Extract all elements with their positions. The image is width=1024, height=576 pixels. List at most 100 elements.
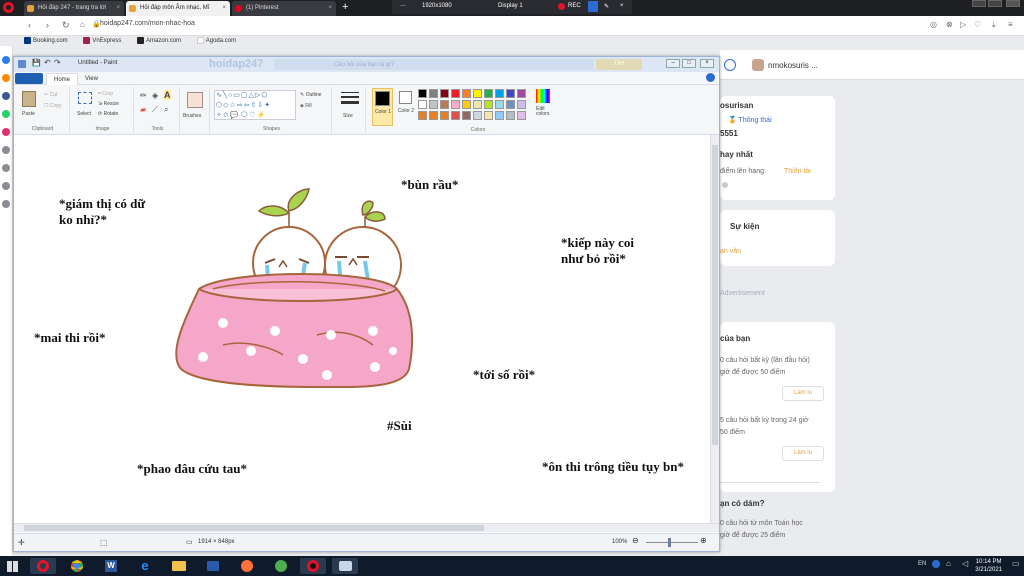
bookmark-agoda[interactable]: Agoda.com — [196, 37, 236, 44]
brushes-button[interactable]: Brushes — [183, 113, 201, 119]
new-tab-button[interactable]: + — [342, 1, 348, 13]
taskbar-word[interactable]: W — [98, 558, 124, 574]
rotate-button[interactable]: ⟳ Rotate — [98, 111, 118, 117]
bookmark-vnexpress[interactable]: VnExpress — [83, 37, 121, 44]
sidebar-app-icon[interactable] — [2, 164, 10, 172]
magnifier-icon[interactable]: ⌕ — [164, 105, 168, 115]
zoom-slider[interactable] — [646, 542, 698, 543]
taskbar-opera[interactable] — [30, 558, 56, 574]
sidebar-app-icon[interactable] — [2, 56, 10, 64]
send-icon[interactable]: ▷ — [960, 20, 966, 29]
outline-dropdown[interactable]: ✎ Outline — [300, 92, 321, 98]
zoom-in-icon[interactable]: ⊕ — [700, 536, 707, 545]
palette-custom-swatch[interactable] — [473, 111, 482, 120]
notification-icon[interactable]: ▭ — [1012, 559, 1020, 568]
minus-icon[interactable]: — — [400, 3, 406, 9]
paint-minimize-button[interactable]: – — [666, 59, 680, 68]
edit-colors-button[interactable]: Edit colors — [536, 107, 554, 117]
bookmark-booking[interactable]: Booking.com — [24, 37, 68, 44]
close-tab-icon[interactable]: × — [222, 1, 226, 16]
palette-color-swatch[interactable] — [517, 89, 526, 98]
palette-custom-swatch[interactable] — [440, 111, 449, 120]
download-icon[interactable]: ⤓ — [992, 20, 996, 30]
browser-tab-1[interactable]: Hỏi đáp 247 - trang tra lời × — [24, 1, 124, 16]
profile-name[interactable]: osurisan — [720, 101, 753, 110]
palette-custom-swatch[interactable] — [429, 111, 438, 120]
pencil-icon[interactable]: ✏ — [140, 91, 147, 100]
palette-color-swatch[interactable] — [506, 100, 515, 109]
vertical-scrollbar[interactable] — [710, 135, 719, 523]
back-icon[interactable]: ‹ — [28, 20, 31, 30]
do-task-button[interactable]: Làm lu — [782, 386, 824, 401]
language-indicator[interactable]: EN — [918, 561, 926, 567]
network-icon[interactable]: ⌂ — [946, 559, 951, 568]
palette-color-swatch[interactable] — [495, 89, 504, 98]
taskbar-chrome[interactable] — [64, 558, 90, 574]
palette-custom-swatch[interactable] — [451, 111, 460, 120]
undo-icon[interactable]: ↶ — [44, 58, 51, 67]
palette-color-swatch[interactable] — [484, 100, 493, 109]
bell-icon[interactable] — [724, 59, 736, 71]
username[interactable]: nmokosuris ... — [768, 61, 818, 70]
browser-tab-2[interactable]: Hỏi đáp môn Âm nhạc, Mĩ × — [126, 1, 230, 16]
volume-icon[interactable]: ◁ — [962, 559, 968, 568]
do-task-button[interactable]: Làm lu — [782, 446, 824, 461]
paste-icon[interactable] — [22, 91, 36, 107]
select-icon[interactable] — [78, 92, 92, 104]
browser-tab-3[interactable]: (1) Pinterest × — [232, 1, 336, 16]
shield-icon[interactable]: ⊗ — [946, 20, 953, 29]
palette-custom-swatch[interactable] — [418, 111, 427, 120]
taskbar-ie[interactable]: e — [132, 558, 158, 574]
sidebar-app-icon[interactable] — [2, 74, 10, 82]
cut-button[interactable]: ✂ Cut — [44, 92, 57, 98]
screen-icon[interactable] — [588, 1, 598, 12]
help-icon[interactable] — [706, 73, 715, 82]
sidebar-app-icon[interactable] — [2, 92, 10, 100]
eraser-icon[interactable]: ▰ — [140, 105, 146, 114]
palette-custom-swatch[interactable] — [462, 111, 471, 120]
taskbar-recorder[interactable] — [300, 558, 326, 574]
drawing-canvas[interactable]: *giám thị có dữ ko nhỉ?* *bùn rầu* *kiếp… — [17, 139, 705, 517]
palette-color-swatch[interactable] — [429, 100, 438, 109]
paste-button[interactable]: Paste — [22, 111, 35, 117]
taskbar-firefox[interactable] — [234, 558, 260, 574]
palette-color-swatch[interactable] — [473, 89, 482, 98]
url-field[interactable]: hoidap247.com/mon-nhac-hoa — [100, 20, 195, 27]
close-window-button[interactable] — [1006, 0, 1020, 7]
shapes-gallery[interactable]: ∿╲○▭▢△▷⬠ ⬡◇☆⇨⇦⇧⇩✦ ✧✩💬🗨♡⚡ — [214, 90, 296, 120]
vertical-scroll-thumb[interactable] — [712, 145, 718, 445]
zoom-out-icon[interactable]: ⊖ — [632, 536, 639, 545]
start-button[interactable] — [2, 558, 24, 574]
recorder-display[interactable]: Display 1 — [498, 3, 523, 9]
close-tab-icon[interactable]: × — [116, 1, 120, 16]
palette-custom-swatch[interactable] — [517, 111, 526, 120]
avatar[interactable] — [752, 59, 764, 71]
palette-color-swatch[interactable] — [495, 100, 504, 109]
resize-button[interactable]: ⇲ Resize — [98, 101, 119, 107]
palette-color-swatch[interactable] — [440, 89, 449, 98]
palette-color-swatch[interactable] — [451, 89, 460, 98]
system-clock[interactable]: 10:14 PM 3/21/2021 — [975, 558, 1002, 574]
help-tray-icon[interactable] — [932, 560, 940, 568]
zoom-slider-thumb[interactable] — [668, 538, 671, 547]
color2-button[interactable]: Color 2 — [396, 88, 417, 126]
taskbar-explorer[interactable] — [166, 558, 192, 574]
minimize-button[interactable] — [972, 0, 986, 7]
palette-color-swatch[interactable] — [517, 100, 526, 109]
camera-icon[interactable]: ◎ — [930, 20, 937, 29]
tab-home[interactable]: Home — [46, 73, 79, 85]
menu-icon[interactable]: ≡ — [1008, 20, 1013, 29]
palette-color-swatch[interactable] — [462, 89, 471, 98]
sidebar-app-icon[interactable] — [2, 146, 10, 154]
crop-button[interactable]: ⌗ Crop — [98, 91, 113, 97]
palette-custom-swatch[interactable] — [484, 111, 493, 120]
reload-icon[interactable]: ↻ — [62, 20, 70, 31]
brush-icon[interactable] — [187, 92, 203, 108]
fill-dropdown[interactable]: ◈ Fill — [300, 103, 312, 109]
palette-custom-swatch[interactable] — [506, 111, 515, 120]
palette-custom-swatch[interactable] — [495, 111, 504, 120]
horizontal-scrollbar[interactable] — [14, 523, 719, 532]
redo-icon[interactable]: ↷ — [54, 58, 61, 67]
text-tool-icon[interactable]: A — [164, 90, 171, 100]
palette-color-swatch[interactable] — [473, 100, 482, 109]
